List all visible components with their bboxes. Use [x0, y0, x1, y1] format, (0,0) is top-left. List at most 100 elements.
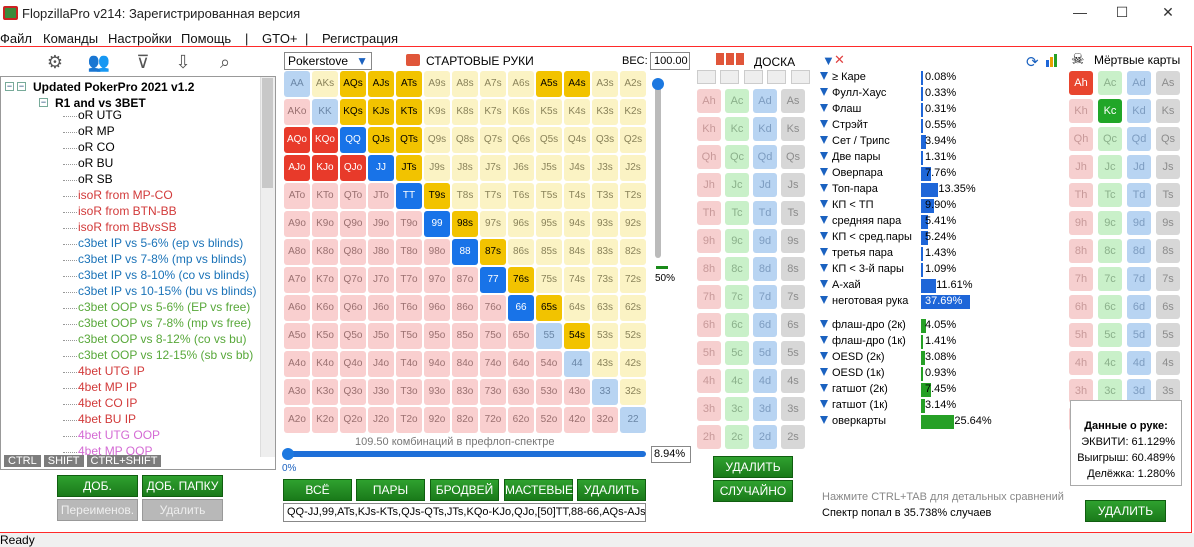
hand-cell[interactable]: 54o	[536, 351, 562, 377]
hand-cell[interactable]: 52s	[620, 323, 646, 349]
filter-icon[interactable]	[820, 232, 828, 240]
hand-cell[interactable]: J2s	[620, 155, 646, 181]
hand-cell[interactable]: AKo	[284, 99, 310, 125]
gear-icon[interactable]: ⚙	[42, 52, 68, 74]
filter-icon[interactable]	[820, 88, 828, 96]
weight-slider[interactable]	[655, 82, 661, 258]
hand-cell[interactable]: TT	[396, 183, 422, 209]
hand-cell[interactable]: KK	[312, 99, 338, 125]
dead-card[interactable]: Kh	[1069, 99, 1093, 123]
hand-cell[interactable]: J3o	[368, 379, 394, 405]
hand-cell[interactable]: A6o	[284, 295, 310, 321]
hand-cell[interactable]: K7o	[312, 267, 338, 293]
hand-cell[interactable]: 97s	[480, 211, 506, 237]
close-button[interactable]: ✕	[1156, 4, 1180, 21]
hand-cell[interactable]: KJs	[368, 99, 394, 125]
hand-cell[interactable]: A7o	[284, 267, 310, 293]
hand-cell[interactable]: K9o	[312, 211, 338, 237]
hand-cell[interactable]: 73s	[592, 267, 618, 293]
tree-root[interactable]: Updated PokerPro 2021 v1.2	[33, 80, 194, 94]
dead-card[interactable]: Jd	[1127, 155, 1151, 179]
filter-icon[interactable]	[820, 384, 828, 392]
dead-card[interactable]: 6c	[1098, 295, 1122, 319]
hand-cell[interactable]: 98o	[424, 239, 450, 265]
hand-cell[interactable]: AJs	[368, 71, 394, 97]
hand-cell[interactable]: QTo	[340, 183, 366, 209]
dead-card[interactable]: 6d	[1127, 295, 1151, 319]
hand-cell[interactable]: JTo	[368, 183, 394, 209]
select-all-button[interactable]: ВСЁ	[283, 479, 352, 501]
filter-icon[interactable]	[820, 104, 828, 112]
dead-card[interactable]: 8d	[1127, 239, 1151, 263]
hand-cell[interactable]: 33	[592, 379, 618, 405]
hand-cell[interactable]: 87s	[480, 239, 506, 265]
hand-cell[interactable]: T7s	[480, 183, 506, 209]
filter-icon[interactable]	[820, 296, 828, 304]
hand-cell[interactable]: QTs	[396, 127, 422, 153]
hand-cell[interactable]: A4s	[564, 71, 590, 97]
range-percent-input[interactable]: 8.94%	[651, 446, 691, 463]
hand-cell[interactable]: 53s	[592, 323, 618, 349]
hand-cell[interactable]: K3o	[312, 379, 338, 405]
stat-row[interactable]: КП < 3-й пары 1.09%	[820, 262, 1040, 278]
range-percent-slider[interactable]	[286, 451, 646, 457]
filter-add-icon[interactable]: ⊽	[130, 52, 156, 74]
stat-row[interactable]: Фулл-Хаус 0.33%	[820, 86, 1040, 102]
hand-cell[interactable]: J8s	[452, 155, 478, 181]
range-source-select[interactable]: Pokerstove ▼	[284, 52, 372, 70]
board-card[interactable]: 5c	[725, 341, 749, 365]
hand-cell[interactable]: 65o	[508, 323, 534, 349]
dead-card[interactable]: 8s	[1156, 239, 1180, 263]
import-icon[interactable]: ⇩	[170, 52, 196, 74]
dead-card[interactable]: Qd	[1127, 127, 1151, 151]
menu-commands[interactable]: Команды	[43, 31, 98, 46]
hand-cell[interactable]: JJ	[368, 155, 394, 181]
hand-cell[interactable]: 42s	[620, 351, 646, 377]
board-slot[interactable]	[697, 70, 716, 84]
hand-cell[interactable]: 95s	[536, 211, 562, 237]
hand-cell[interactable]: KJo	[312, 155, 338, 181]
board-card[interactable]: Jd	[753, 173, 777, 197]
hand-cell[interactable]: A7s	[480, 71, 506, 97]
board-card[interactable]: 6h	[697, 313, 721, 337]
dead-card[interactable]: As	[1156, 71, 1180, 95]
tree-item[interactable]: oR UTG	[78, 108, 122, 122]
stat-row[interactable]: OESD (1к) 0.93%	[820, 366, 1040, 382]
dead-card[interactable]: 5s	[1156, 323, 1180, 347]
random-board-button[interactable]: СЛУЧАЙНО	[713, 480, 793, 502]
stat-row[interactable]: Топ-пара 13.35%	[820, 182, 1040, 198]
delete-range-button[interactable]: Удалить	[142, 499, 223, 521]
stat-row[interactable]: КП < сред.пары 5.24%	[820, 230, 1040, 246]
board-card[interactable]: 7h	[697, 285, 721, 309]
hand-cell[interactable]: Q7s	[480, 127, 506, 153]
dead-card[interactable]: 9c	[1098, 211, 1122, 235]
range-percent-thumb[interactable]	[282, 448, 294, 460]
suited-button[interactable]: МАСТЕВЫЕ	[504, 479, 573, 501]
hand-cell[interactable]: K6s	[508, 99, 534, 125]
hand-cell[interactable]: 62s	[620, 295, 646, 321]
tree-item[interactable]: 4bet UTG IP	[78, 364, 145, 378]
board-card[interactable]: 9h	[697, 229, 721, 253]
hand-cell[interactable]: 76s	[508, 267, 534, 293]
weight-input[interactable]: 100.00	[650, 52, 690, 70]
board-slot[interactable]	[744, 70, 763, 84]
hand-cell[interactable]: Q3o	[340, 379, 366, 405]
hand-cell[interactable]: T5s	[536, 183, 562, 209]
dead-card[interactable]: Qh	[1069, 127, 1093, 151]
hand-cell[interactable]: 32o	[592, 407, 618, 433]
stat-row[interactable]: третья пара 1.43%	[820, 246, 1040, 262]
board-slot[interactable]	[720, 70, 739, 84]
board-card[interactable]: 7d	[753, 285, 777, 309]
stat-row[interactable]: OESD (2к) 3.08%	[820, 350, 1040, 366]
hand-cell[interactable]: T3o	[396, 379, 422, 405]
hand-cell[interactable]: 75s	[536, 267, 562, 293]
hand-cell[interactable]: 94s	[564, 211, 590, 237]
hand-cell[interactable]: J5s	[536, 155, 562, 181]
hand-cell[interactable]: 96s	[508, 211, 534, 237]
stat-row[interactable]: флаш-дро (1к) 1.41%	[820, 334, 1040, 350]
hand-cell[interactable]: Q2o	[340, 407, 366, 433]
hand-cell[interactable]: QJs	[368, 127, 394, 153]
hand-cell[interactable]: 97o	[424, 267, 450, 293]
dead-card[interactable]: 6s	[1156, 295, 1180, 319]
hand-cell[interactable]: K8o	[312, 239, 338, 265]
